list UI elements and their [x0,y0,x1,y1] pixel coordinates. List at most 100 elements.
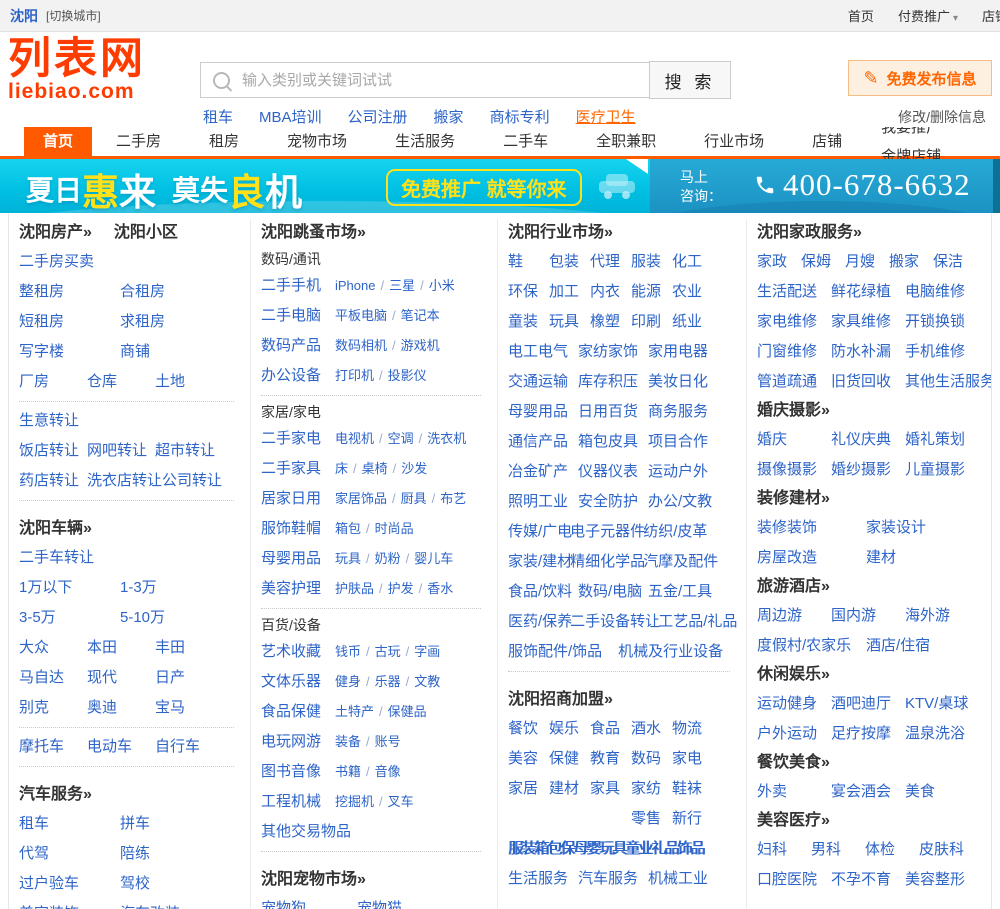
category-link[interactable]: 丰田 [155,633,223,663]
nav-item[interactable]: 行业市场 [680,127,788,156]
category-link[interactable]: 鞋 [508,247,549,277]
category-link[interactable]: 文体乐器 [261,667,333,697]
category-link[interactable]: 装修装饰 [757,513,866,543]
category-link[interactable]: 大众 [19,633,87,663]
category-link[interactable]: 奥迪 [87,693,155,723]
subcategory-link[interactable]: 土特产 [335,697,374,727]
category-link[interactable]: 酒店/住宿 [866,631,975,661]
category-link[interactable]: 度假村/农家乐 [757,631,866,661]
category-link[interactable]: 日用百货 [578,397,644,427]
subcategory-link[interactable]: 数码相机 [335,331,387,361]
category-link[interactable]: 仓库 [87,367,155,397]
category-link[interactable]: 房屋改造 [757,543,866,573]
subcategory-link[interactable]: 叉车 [388,787,414,817]
subcategory-link[interactable]: 书籍 [335,757,361,787]
modify-delete-link[interactable]: 修改/删除信息 [898,107,986,127]
category-link[interactable]: 电子元器件 [570,517,645,547]
category-link[interactable]: 礼仪庆典 [831,425,905,455]
category-link[interactable]: 印刷 [631,307,672,337]
category-link[interactable]: 纺织/皮革 [643,517,707,547]
subcategory-link[interactable]: 沙发 [401,454,427,484]
category-link[interactable]: 短租房 [19,307,120,337]
section-title-link[interactable]: 沈阳跳蚤市场» [261,224,366,241]
category-link[interactable]: 汽车服务 [578,864,644,894]
category-link[interactable]: 家电 [672,744,713,774]
category-link[interactable]: 婚庆 [757,425,831,455]
category-link[interactable]: 家纺 [631,774,672,804]
category-link[interactable]: 驾校 [120,869,221,899]
search-input[interactable] [240,71,641,90]
category-link[interactable]: 鲜花绿植 [831,277,905,307]
category-link[interactable]: 搬家 [889,247,933,277]
category-link[interactable]: 手机维修 [905,337,979,367]
category-link[interactable]: 摄像摄影 [757,455,831,485]
section-title-link[interactable]: 婚庆摄影» [757,402,830,419]
category-link[interactable]: 海外游 [905,601,979,631]
category-link[interactable]: 租车 [19,809,120,839]
section-title-link[interactable]: 旅游酒店» [757,578,830,595]
category-link[interactable]: 家具 [590,774,631,804]
topbar-link[interactable]: 首页 [848,9,874,24]
subcategory-link[interactable]: 箱包 [335,514,361,544]
category-link[interactable]: 其他交易物品 [261,817,351,847]
category-link[interactable]: 美妆日化 [648,367,714,397]
category-link[interactable]: 周边游 [757,601,831,631]
topbar-link[interactable]: 付费推广▾ [898,9,958,24]
category-link[interactable]: 电工电气 [508,337,574,367]
section-title-link[interactable]: 汽车服务» [19,786,92,803]
nav-item[interactable]: 全职兼职 [572,127,680,156]
category-link[interactable]: 陪练 [120,839,221,869]
section-title-link[interactable]: 沈阳小区 [114,224,178,241]
category-link[interactable]: 母婴用品 [508,397,574,427]
category-link[interactable]: 体检 [865,835,919,865]
nav-item[interactable]: 二手车 [479,127,572,156]
category-link[interactable]: 足疗按摩 [831,719,905,749]
category-link[interactable]: 本田 [87,633,155,663]
category-link[interactable]: 照明工业 [508,487,574,517]
category-link[interactable]: 保姆 [801,247,845,277]
logo[interactable]: 列表网 liebiao.com [8,36,146,102]
category-link[interactable]: 二手家电 [261,424,333,454]
category-link[interactable]: 二手家具 [261,454,333,484]
category-link[interactable]: 二手房买卖 [19,247,94,277]
category-link[interactable]: 合租房 [120,277,221,307]
category-link[interactable]: 艺术收藏 [261,637,333,667]
category-link[interactable]: 皮肤科 [919,835,973,865]
category-link[interactable]: 生意转让 [19,406,79,436]
subcategory-link[interactable]: 健身 [335,667,361,697]
category-link[interactable]: 农业 [672,277,713,307]
category-link[interactable]: 办公/文教 [648,487,714,517]
category-link[interactable]: 写字楼 [19,337,120,367]
category-link[interactable]: 代理 [590,247,631,277]
subcategory-link[interactable]: 小米 [429,271,455,301]
category-link[interactable]: 宝马 [155,693,223,723]
category-link[interactable]: 美食 [905,777,979,807]
category-link[interactable]: 婚礼策划 [905,425,979,455]
category-link[interactable]: 生活服务 [508,864,574,894]
hot-link[interactable]: 医疗卫生 [576,106,636,127]
category-link[interactable]: 家用电器 [648,337,714,367]
category-link[interactable]: 加工 [549,277,590,307]
section-title-link[interactable]: 沈阳行业市场» [508,224,613,241]
category-link[interactable]: 食品 [590,714,631,744]
category-link[interactable]: 宠物猫 [357,894,453,909]
search-button[interactable]: 搜 索 [649,61,731,99]
subcategory-link[interactable]: 三星 [389,271,415,301]
category-link[interactable]: 商务服务 [648,397,714,427]
category-link[interactable]: 温泉洗浴 [905,719,979,749]
subcategory-link[interactable]: 厨具 [401,484,427,514]
category-link[interactable]: 箱包皮具 [578,427,644,457]
category-link[interactable]: 美容护理 [261,574,333,604]
category-link[interactable]: 医药/保养 [508,607,572,637]
subcategory-link[interactable]: 电视机 [335,424,374,454]
category-link[interactable]: 药店转让 [19,466,87,496]
category-link[interactable]: 马自达 [19,663,87,693]
category-link[interactable]: 1万以下 [19,573,120,603]
subcategory-link[interactable]: 文教 [414,667,440,697]
subcategory-link[interactable]: 空调 [388,424,414,454]
subcategory-link[interactable]: 保健品 [388,697,427,727]
category-link[interactable]: 二手车转让 [19,543,94,573]
subcategory-link[interactable]: 香水 [427,574,453,604]
category-link[interactable]: 不孕不育 [831,865,905,895]
category-link[interactable]: 旧货回收 [831,367,905,397]
